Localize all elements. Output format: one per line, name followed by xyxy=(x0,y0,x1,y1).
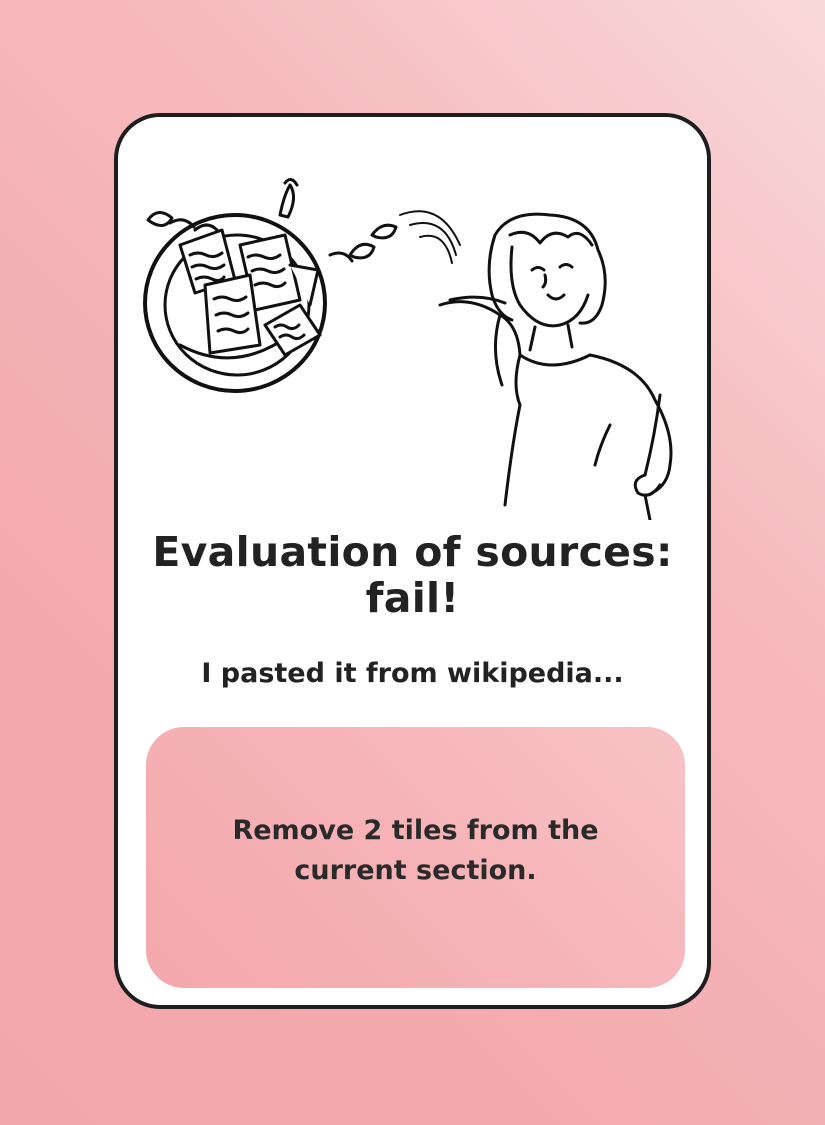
event-card[interactable]: Evaluation of sources: fail! I pasted it… xyxy=(114,113,711,1009)
papers-icon xyxy=(178,228,322,357)
action-text: Remove 2 tiles from the current section. xyxy=(146,811,685,891)
card-subtitle: I pasted it from wikipedia... xyxy=(201,658,624,689)
action-box: Remove 2 tiles from the current section. xyxy=(146,727,685,988)
card-title: Evaluation of sources: fail! xyxy=(118,529,707,621)
action-text-line-2: current section. xyxy=(294,855,537,886)
card-title-line-1: Evaluation of sources: xyxy=(152,528,673,576)
woman-presenting-plate-icon xyxy=(143,178,673,520)
card-title-line-2: fail! xyxy=(365,574,460,622)
motion-lines-icon xyxy=(399,210,461,264)
action-text-line-1: Remove 2 tiles from the xyxy=(232,815,599,846)
woman-icon xyxy=(438,212,673,520)
